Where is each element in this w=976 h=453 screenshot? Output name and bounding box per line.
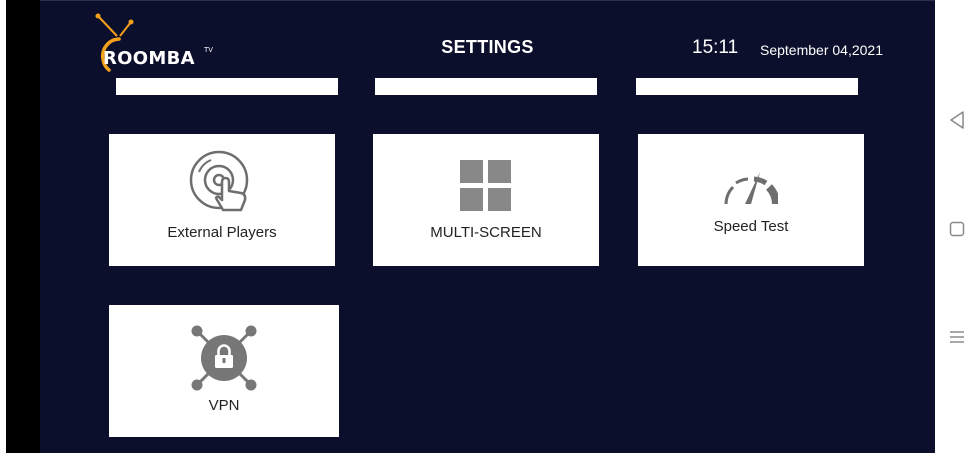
home-button[interactable] xyxy=(949,221,965,240)
left-black-strip xyxy=(6,0,40,453)
scrolled-tile-1[interactable] xyxy=(116,78,338,95)
speed-test-tile[interactable]: Speed Test xyxy=(638,134,864,266)
vpn-tile[interactable]: VPN xyxy=(109,305,339,437)
scrolled-tile-3[interactable] xyxy=(636,78,858,95)
clock-time: 15:11 xyxy=(692,37,739,58)
system-navigation-bar xyxy=(935,0,976,453)
top-divider xyxy=(40,0,935,1)
external-players-tile[interactable]: External Players xyxy=(109,134,335,266)
tile-label: External Players xyxy=(167,224,277,241)
settings-screen: ROOMBA TV SETTINGS 15:11 September 04,20… xyxy=(40,0,935,453)
tile-label: VPN xyxy=(208,397,240,414)
speedometer-icon xyxy=(724,172,778,205)
home-square-icon xyxy=(949,221,965,237)
tile-label: MULTI-SCREEN xyxy=(430,224,542,241)
tile-label: Speed Test xyxy=(713,218,789,235)
disc-touch-icon xyxy=(189,150,249,212)
vpn-lock-icon xyxy=(191,325,257,391)
scrolled-tile-2[interactable] xyxy=(375,78,597,95)
recents-lines-icon xyxy=(950,331,964,343)
recents-button[interactable] xyxy=(949,329,965,348)
clock-date: September 04,2021 xyxy=(760,42,883,58)
back-button[interactable] xyxy=(949,111,965,132)
back-triangle-icon xyxy=(950,111,964,129)
multi-screen-tile[interactable]: MULTI-SCREEN xyxy=(373,134,599,266)
grid-icon xyxy=(460,160,511,211)
